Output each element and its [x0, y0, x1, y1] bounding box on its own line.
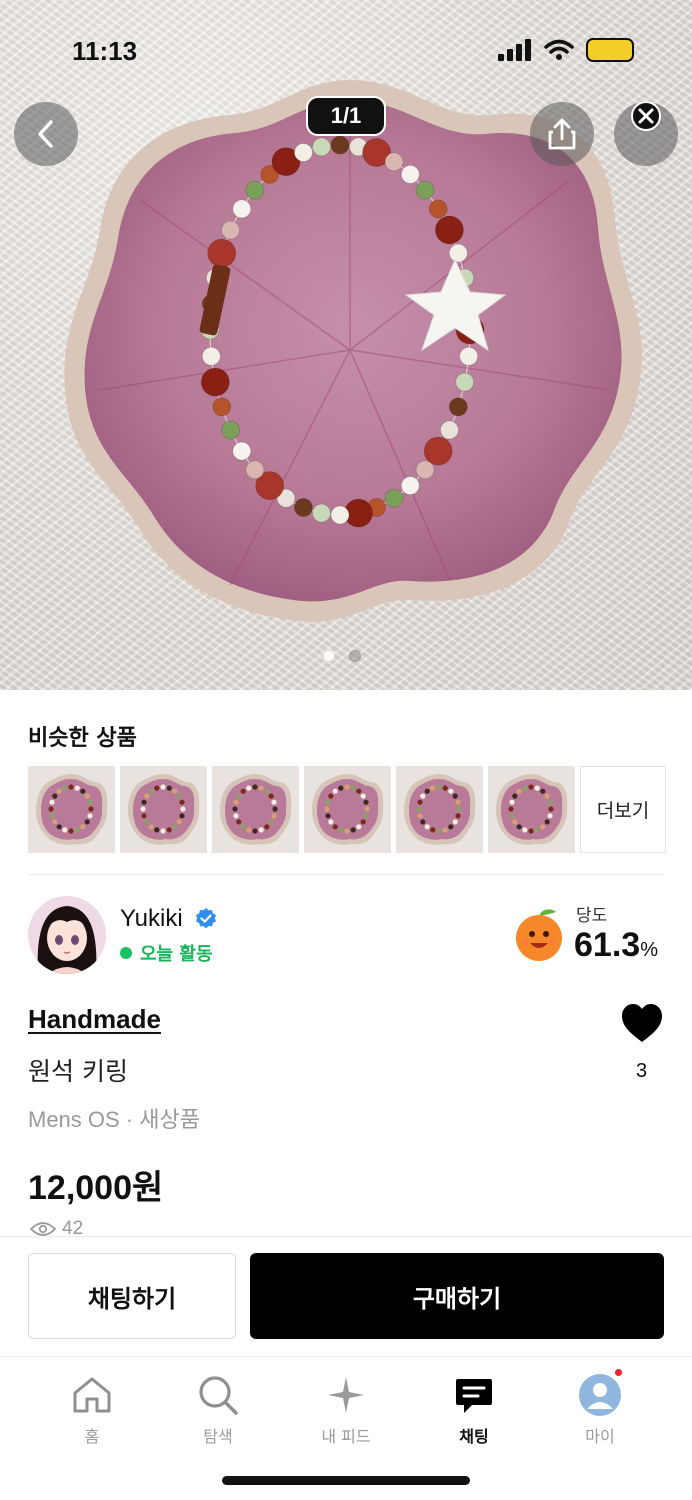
- action-bar: 채팅하기 구매하기: [0, 1236, 692, 1356]
- peach-mascot-icon: [516, 909, 562, 961]
- seller-name[interactable]: Yukiki: [120, 905, 183, 933]
- chat-button[interactable]: 채팅하기: [28, 1253, 236, 1339]
- thumb-dish-image: [488, 766, 575, 853]
- more-similar-button[interactable]: 더보기: [580, 766, 666, 853]
- tab-label: 내 피드: [321, 1427, 371, 1446]
- verified-badge-icon: [196, 908, 216, 929]
- online-dot-icon: [120, 947, 132, 959]
- close-icon[interactable]: [628, 102, 664, 138]
- heart-icon[interactable]: [620, 1002, 664, 1044]
- sweetness-value: 61.3: [574, 926, 641, 964]
- chat-icon: [452, 1373, 496, 1417]
- thumb-dish-image: [304, 766, 391, 853]
- thumb-dish-image: [28, 766, 115, 853]
- thumb-dish-image: [396, 766, 483, 853]
- tab-search[interactable]: 탐색: [168, 1373, 268, 1447]
- similar-products-title: 비슷한 상품: [28, 726, 137, 751]
- search-icon: [196, 1373, 240, 1417]
- notification-dot: [613, 1367, 624, 1378]
- chevron-left-icon: [38, 120, 53, 148]
- tab-label: 홈: [84, 1427, 100, 1446]
- profile-icon: [578, 1367, 624, 1417]
- home-icon: [70, 1373, 114, 1417]
- product-price: 12,000원: [28, 1169, 164, 1207]
- more-button[interactable]: [614, 102, 678, 166]
- like-count: 3: [636, 1060, 648, 1082]
- signal-icon: [498, 39, 531, 61]
- status-time: 11:13: [72, 36, 138, 66]
- product-subtitle: 원석 키링: [28, 1057, 128, 1086]
- tab-label: 탐색: [203, 1427, 233, 1446]
- seller-activity-label: 오늘 활동: [140, 944, 213, 965]
- anime-avatar-icon: [28, 896, 106, 974]
- carousel-dots: [323, 650, 361, 662]
- back-button[interactable]: [14, 102, 78, 166]
- similar-product-thumb[interactable]: [212, 766, 299, 853]
- tab-label: 마이: [585, 1427, 615, 1446]
- sparkle-icon: [324, 1373, 368, 1417]
- similar-product-thumb[interactable]: [304, 766, 391, 853]
- tab-my[interactable]: 마이: [550, 1367, 650, 1447]
- eye-icon: [30, 1222, 56, 1236]
- thumb-dish-image: [212, 766, 299, 853]
- similar-product-thumb[interactable]: [120, 766, 207, 853]
- home-indicator: [222, 1476, 470, 1485]
- carousel-dot-active: [323, 650, 335, 662]
- carousel-dot: [349, 650, 361, 662]
- similar-product-thumb[interactable]: [396, 766, 483, 853]
- status-bar: 11:13: [0, 0, 692, 100]
- share-button[interactable]: [530, 102, 594, 166]
- tab-feed[interactable]: 내 피드: [296, 1373, 396, 1447]
- battery-icon: [586, 38, 634, 62]
- buy-button[interactable]: 구매하기: [250, 1253, 664, 1339]
- seller-avatar[interactable]: [28, 896, 106, 974]
- product-meta: Mens OS · 새상품: [28, 1107, 200, 1132]
- status-icons: [498, 38, 634, 62]
- similar-products-list: 더보기: [28, 766, 666, 853]
- sweetness-score: 61.3%: [574, 926, 658, 965]
- divider: [28, 874, 664, 875]
- share-icon: [548, 118, 576, 150]
- image-counter: 1/1: [306, 96, 386, 136]
- wifi-icon: [544, 39, 574, 60]
- product-title[interactable]: Handmade: [28, 1004, 161, 1035]
- sweetness-label: 당도: [576, 906, 608, 926]
- similar-product-thumb[interactable]: [488, 766, 575, 853]
- sweetness-unit: %: [640, 939, 658, 961]
- seller-activity-status: 오늘 활동: [120, 940, 213, 966]
- thumb-dish-image: [120, 766, 207, 853]
- product-image[interactable]: 11:13 1/1: [0, 0, 692, 690]
- tab-home[interactable]: 홈: [42, 1373, 142, 1447]
- tab-label: 채팅: [459, 1427, 489, 1446]
- tab-chat[interactable]: 채팅: [424, 1373, 524, 1447]
- similar-product-thumb[interactable]: [28, 766, 115, 853]
